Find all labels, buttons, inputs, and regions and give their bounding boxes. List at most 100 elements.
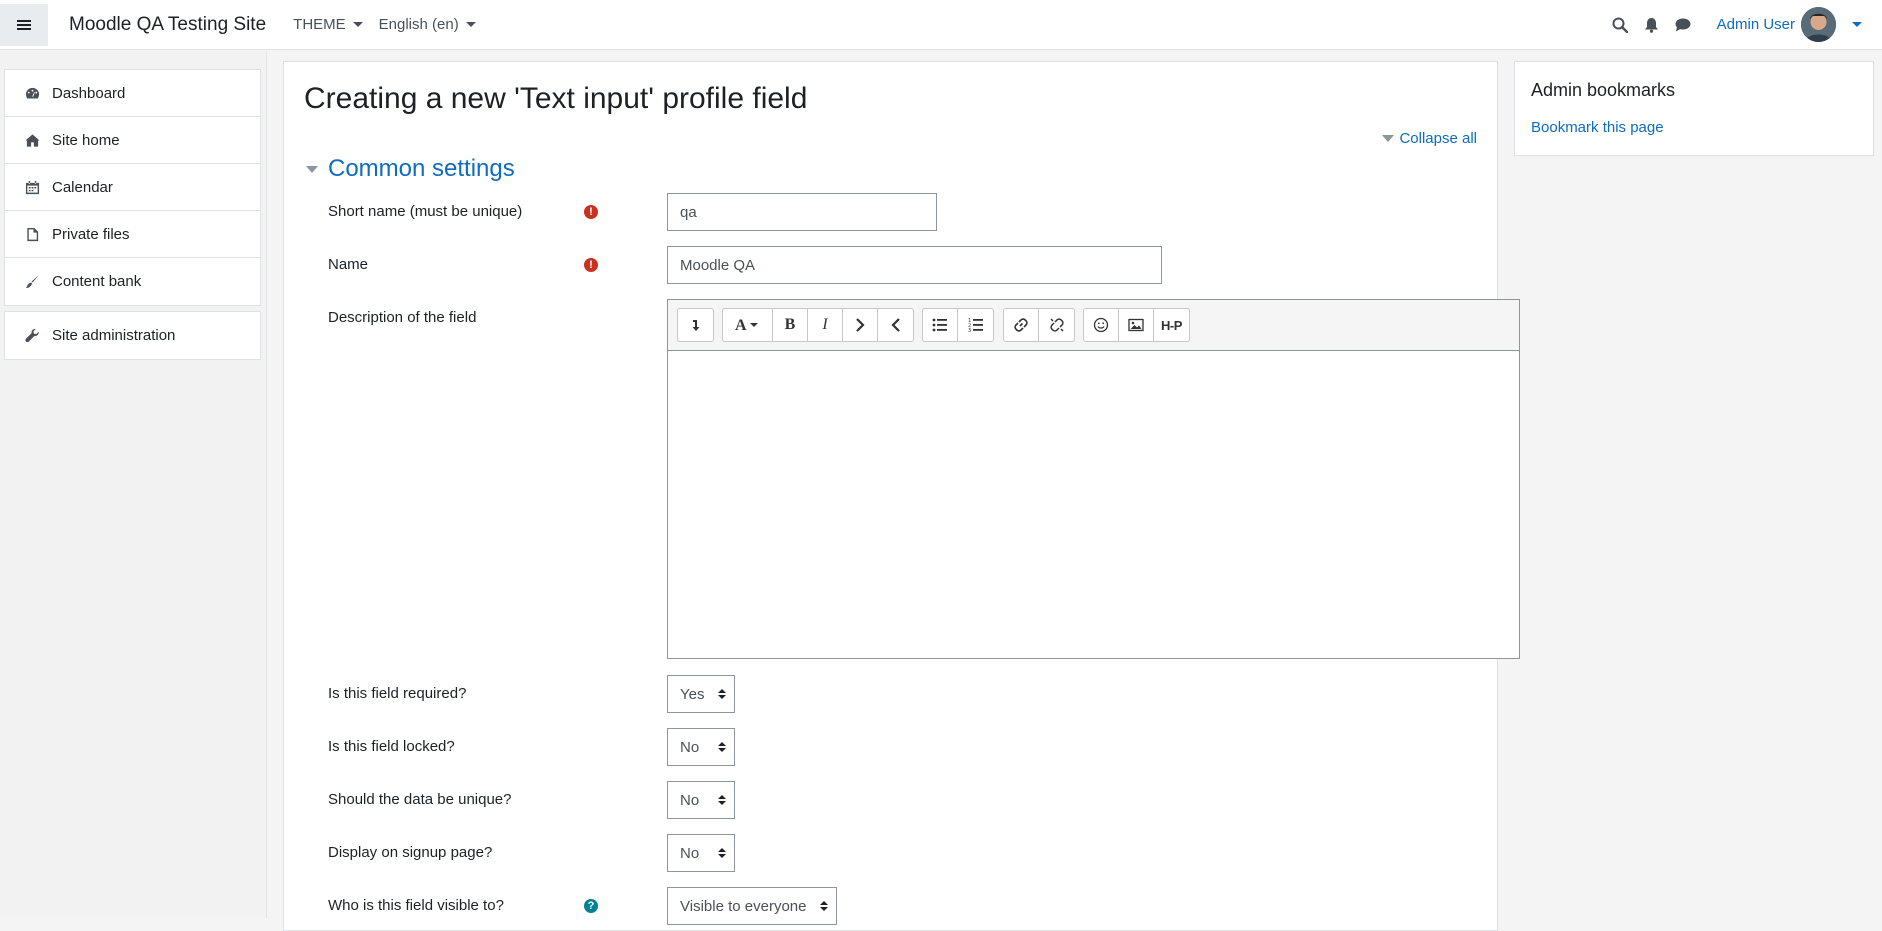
user-menu-name[interactable]: Admin User — [1717, 16, 1795, 33]
bell-icon[interactable] — [1644, 17, 1659, 33]
italic-button[interactable]: I — [808, 309, 843, 341]
signup-select[interactable]: No — [667, 834, 735, 872]
ordered-list-button[interactable]: 123 — [958, 309, 993, 341]
description-editor-content[interactable] — [668, 351, 1519, 658]
theme-menu-label: THEME — [293, 16, 346, 33]
site-name[interactable]: Moodle QA Testing Site — [69, 14, 266, 36]
visible-label: Who is this field visible to? — [328, 897, 504, 914]
bullet-list-icon — [932, 318, 947, 332]
drawer-toggle-button[interactable] — [0, 3, 48, 46]
emoji-button[interactable] — [1084, 309, 1119, 341]
toolbar-group-links — [1003, 308, 1075, 342]
select-arrows-icon — [820, 901, 828, 911]
help-icon[interactable]: ? — [584, 899, 598, 913]
bold-button[interactable]: B — [773, 309, 808, 341]
chevron-left-icon — [890, 318, 900, 332]
wrench-icon — [25, 328, 39, 343]
signup-label: Display on signup page? — [328, 844, 493, 861]
unique-select-value: No — [680, 791, 700, 809]
admin-bookmarks-block: Admin bookmarks Bookmark this page — [1514, 61, 1874, 156]
name-input[interactable] — [667, 246, 1162, 284]
caret-down-icon — [306, 165, 318, 173]
toolbar-group-collapse — [677, 308, 714, 342]
hamburger-icon — [17, 18, 31, 32]
image-icon — [1128, 318, 1144, 332]
font-style-icon: A — [735, 317, 758, 333]
nav-drawer: Dashboard Site home Calendar Private fil… — [0, 51, 267, 918]
insert-h5p-button[interactable]: H-P — [1154, 309, 1189, 341]
outdent-button[interactable] — [878, 309, 913, 341]
signup-select-value: No — [680, 844, 700, 862]
file-icon — [27, 227, 39, 241]
required-icon: ! — [584, 258, 598, 272]
unordered-list-button[interactable] — [923, 309, 958, 341]
top-navbar: Moodle QA Testing Site THEME English (en… — [0, 0, 1882, 50]
drawer-item-calendar[interactable]: Calendar — [5, 164, 260, 211]
unique-select[interactable]: No — [667, 781, 735, 819]
link-icon — [1014, 318, 1028, 332]
toolbar-group-lists: 123 — [922, 308, 994, 342]
drawer-item-label: Dashboard — [52, 84, 126, 102]
bookmark-this-page-link[interactable]: Bookmark this page — [1531, 119, 1664, 136]
language-menu[interactable]: English (en) — [379, 16, 476, 33]
shortname-label: Short name (must be unique) — [328, 203, 523, 220]
required-select-value: Yes — [680, 685, 705, 703]
required-select[interactable]: Yes — [667, 675, 735, 713]
chevron-right-icon — [856, 318, 865, 332]
editor-toolbar: A B I 1 2 3 H-P — [668, 300, 1519, 351]
name-label: Name — [328, 256, 369, 273]
link-button[interactable] — [1004, 309, 1039, 341]
drawer-item-site-home[interactable]: Site home — [5, 117, 260, 164]
main-region: Creating a new 'Text input' profile fiel… — [283, 61, 1520, 931]
home-icon — [25, 133, 40, 147]
locked-select-value: No — [680, 738, 700, 756]
drawer-admin-group: Site administration — [4, 311, 261, 360]
visible-select[interactable]: Visible to everyone — [667, 887, 837, 925]
unlink-icon — [1049, 318, 1064, 332]
select-arrows-icon — [718, 689, 726, 699]
bold-icon: B — [784, 316, 796, 333]
messages-icon[interactable] — [1675, 18, 1691, 32]
caret-down-icon — [1382, 135, 1395, 142]
caret-down-icon — [352, 22, 363, 27]
brush-icon — [25, 274, 40, 289]
section-title: Common settings — [328, 155, 515, 182]
show-more-buttons-button[interactable] — [678, 309, 713, 341]
italic-icon: I — [822, 316, 828, 333]
h5p-icon: H-P — [1161, 317, 1182, 333]
required-label: Is this field required? — [328, 685, 467, 702]
avatar[interactable] — [1801, 7, 1836, 42]
drawer-item-site-administration[interactable]: Site administration — [5, 312, 260, 359]
smiley-icon — [1093, 317, 1109, 333]
collapse-all-link[interactable]: Collapse all — [1382, 130, 1477, 147]
insert-image-button[interactable] — [1119, 309, 1154, 341]
search-icon[interactable] — [1612, 17, 1628, 33]
theme-menu[interactable]: THEME — [293, 16, 363, 33]
drawer-item-private-files[interactable]: Private files — [5, 211, 260, 258]
drawer-item-dashboard[interactable]: Dashboard — [5, 70, 260, 117]
toolbar-group-media: H-P — [1083, 308, 1190, 342]
section-common-settings-toggle[interactable]: Common settings — [306, 155, 515, 183]
drawer-item-content-bank[interactable]: Content bank — [5, 258, 260, 305]
locked-select[interactable]: No — [667, 728, 735, 766]
select-arrows-icon — [718, 848, 726, 858]
toolbar-group-style: A B I — [722, 308, 914, 342]
description-editor: A B I 1 2 3 H-P — [667, 299, 1520, 659]
unlink-button[interactable] — [1039, 309, 1074, 341]
indent-button[interactable] — [843, 309, 878, 341]
select-arrows-icon — [718, 742, 726, 752]
page-title: Creating a new 'Text input' profile fiel… — [304, 82, 808, 115]
user-menu-caret-icon[interactable] — [1852, 22, 1862, 27]
select-arrows-icon — [718, 795, 726, 805]
shortname-input[interactable] — [667, 193, 937, 231]
drawer-item-label: Site administration — [52, 327, 176, 344]
language-menu-label: English (en) — [378, 16, 459, 33]
description-label: Description of the field — [328, 309, 477, 326]
required-icon: ! — [584, 205, 598, 219]
paragraph-styles-button[interactable]: A — [723, 309, 773, 341]
dashboard-icon — [25, 87, 40, 98]
navbar-right: Admin User — [1604, 7, 1862, 42]
svg-text:3: 3 — [968, 328, 971, 333]
numbered-list-icon: 123 — [968, 318, 983, 333]
caret-down-icon — [465, 22, 476, 27]
